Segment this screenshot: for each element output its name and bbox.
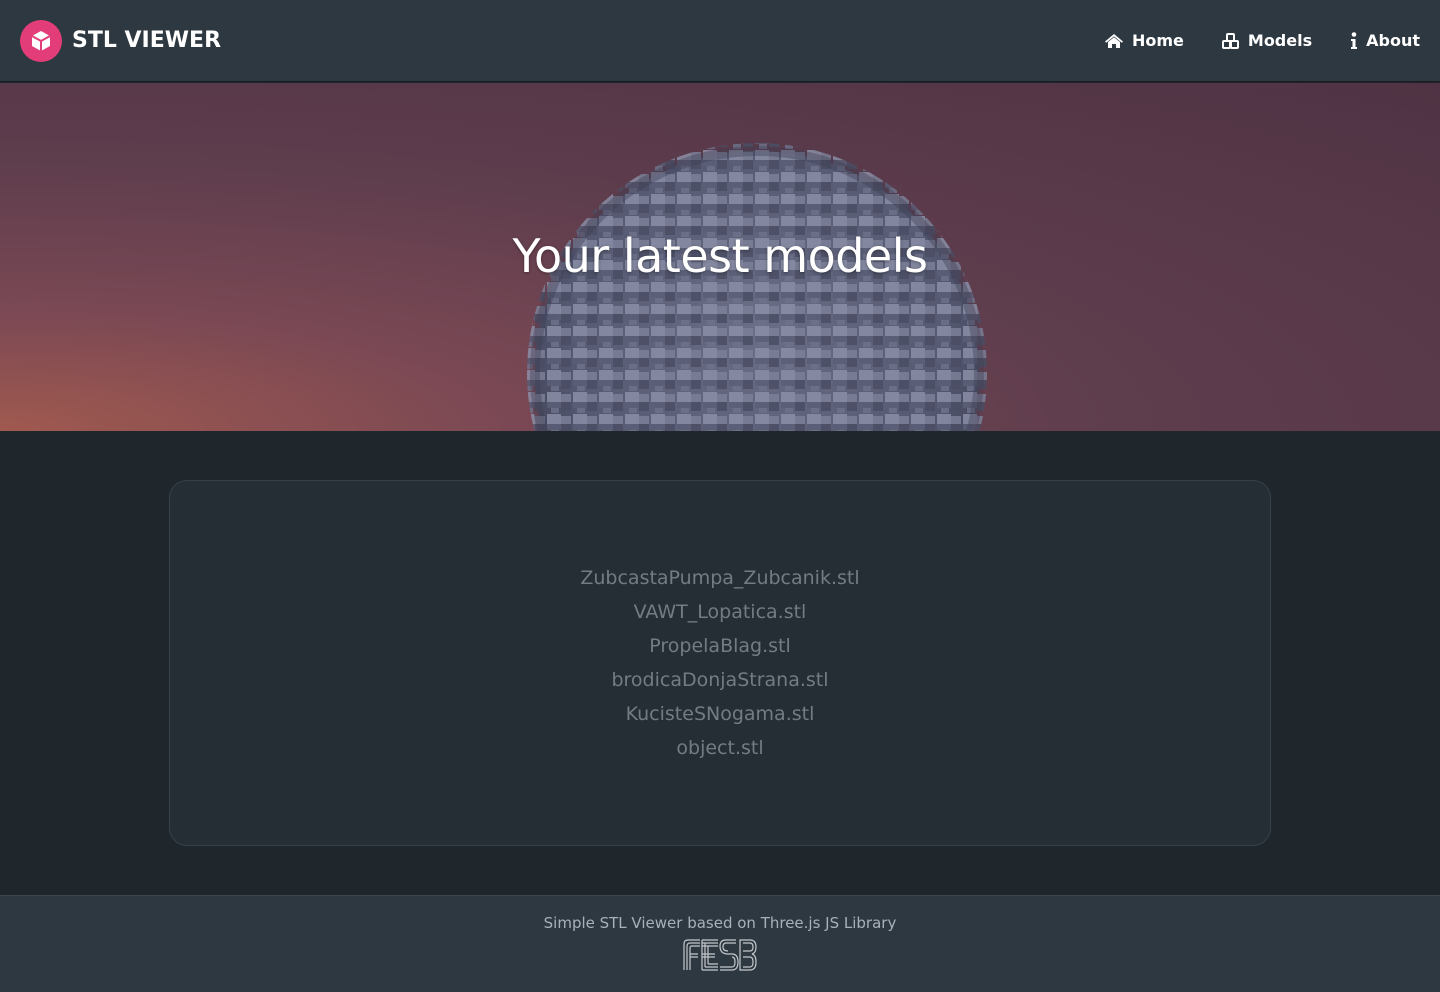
cube-logo-icon [20, 19, 62, 62]
nav-home-label: Home [1131, 31, 1184, 50]
model-list: ZubcastaPumpa_Zubcanik.stl VAWT_Lopatica… [580, 561, 859, 765]
model-item[interactable]: ZubcastaPumpa_Zubcanik.stl [580, 561, 859, 595]
nav-home-link[interactable]: Home [1104, 31, 1184, 50]
models-card: ZubcastaPumpa_Zubcanik.stl VAWT_Lopatica… [169, 480, 1271, 846]
footer-text: Simple STL Viewer based on Three.js JS L… [543, 914, 897, 932]
main-content: ZubcastaPumpa_Zubcanik.stl VAWT_Lopatica… [0, 431, 1440, 895]
model-item[interactable]: PropelaBlag.stl [580, 629, 859, 663]
cubes-icon [1221, 32, 1239, 49]
hero-title: Your latest models [512, 229, 928, 283]
home-icon [1104, 33, 1123, 48]
model-item[interactable]: VAWT_Lopatica.stl [580, 595, 859, 629]
info-icon [1351, 31, 1358, 49]
nav-about-label: About [1366, 31, 1420, 50]
navbar: STL VIEWER Home Models About [0, 0, 1440, 82]
model-item[interactable]: brodicaDonjaStrana.stl [580, 663, 859, 697]
nav-links: Home Models About [1104, 31, 1420, 50]
brand-link[interactable]: STL VIEWER [20, 19, 222, 62]
brand-title: STL VIEWER [72, 28, 222, 53]
nav-about-link[interactable]: About [1350, 31, 1420, 50]
nav-models-link[interactable]: Models [1221, 31, 1313, 50]
model-item[interactable]: KucisteSNogama.stl [580, 697, 859, 731]
footer: Simple STL Viewer based on Three.js JS L… [0, 895, 1440, 992]
model-item[interactable]: object.stl [580, 731, 859, 765]
fesb-logo [683, 939, 757, 971]
nav-models-label: Models [1247, 31, 1313, 50]
hero-banner: Your latest models [0, 83, 1440, 431]
